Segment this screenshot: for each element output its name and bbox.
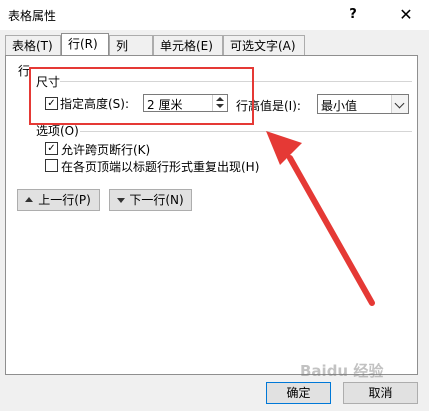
arrow-head xyxy=(266,131,302,165)
annotation-arrow xyxy=(266,131,375,306)
arrow-shaft xyxy=(287,155,375,306)
baidu-watermark: Baidu 经验 xyxy=(300,362,384,380)
